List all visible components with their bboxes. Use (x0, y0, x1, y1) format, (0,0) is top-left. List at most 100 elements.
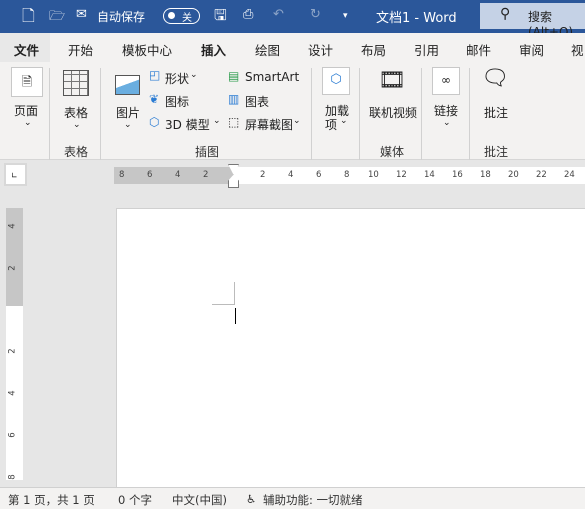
vertical-ruler[interactable]: 4 2 2 4 6 8 (6, 208, 23, 480)
icons-label: 图标 (165, 95, 190, 109)
smartart-icon: ▤ (228, 69, 240, 83)
3d-models-label: 3D 模型 (165, 118, 210, 132)
ruler-label: 8 (344, 170, 350, 180)
ruler-label: 4 (175, 170, 181, 180)
comment-label: 批注 (484, 106, 509, 120)
link-icon: ∞ (432, 67, 460, 95)
ruler-label: 24 (564, 170, 575, 180)
document-title: 文档1 - Word (376, 11, 457, 26)
ribbon: 🗎 页面 ⌄ 表格 ⌄ 表格 图片 ⌄ ◰ 形状 ⌄ ❦ 图标 ⬡ 3D 模型 ⌄ ▤ Sm… (0, 62, 585, 160)
status-bar: 第 1 页，共 1 页 0 个字 中文(中国) ♿ 辅助功能: 一切就绪 (0, 487, 585, 509)
tab-review[interactable]: 审阅 (519, 40, 544, 59)
autosave-toggle[interactable]: 关 (163, 8, 200, 24)
ribbon-tabs: 文件 开始 模板中心 插入 绘图 设计 布局 引用 邮件 审阅 视 (0, 33, 585, 68)
ruler-label: 6 (316, 170, 322, 180)
chevron-down-icon: ⌄ (190, 70, 198, 80)
group-label-table: 表格 (64, 145, 89, 159)
save-icon[interactable]: 🖫 (214, 5, 227, 30)
chevron-down-icon: ⌄ (73, 120, 81, 130)
accessibility-status[interactable]: 辅助功能: 一切就绪 (263, 492, 363, 508)
tab-selector[interactable]: ∟ (4, 163, 27, 186)
open-folder-icon[interactable]: 🗁 (49, 7, 65, 29)
chevron-down-icon: ⌄ (293, 116, 301, 126)
new-comment-icon: 🗨 (481, 66, 509, 91)
ruler-label: 18 (480, 170, 491, 180)
ruler-label: 2 (203, 170, 209, 180)
margin-corner-mark (212, 282, 235, 305)
ruler-label: 4 (7, 223, 18, 229)
table-label: 表格 (64, 106, 89, 120)
tab-home[interactable]: 开始 (68, 40, 93, 59)
ruler-label: 14 (424, 170, 435, 180)
redo-icon[interactable]: ↻ (310, 7, 321, 22)
customize-qat-icon[interactable]: ▾ (343, 11, 348, 21)
group-label-illustrations: 插图 (195, 145, 220, 159)
ruler-label: 8 (119, 170, 125, 180)
tab-insert[interactable]: 插入 (201, 40, 227, 65)
page-icon: 🗎 (11, 67, 43, 97)
ruler-label: 22 (536, 170, 547, 180)
ruler-label: 12 (396, 170, 407, 180)
word-count[interactable]: 0 个字 (118, 492, 152, 508)
language[interactable]: 中文(中国) (172, 492, 227, 508)
screenshot-label: 屏幕截图 (245, 118, 294, 132)
addins-label-2: 项 (325, 118, 338, 132)
tab-templates[interactable]: 模板中心 (122, 40, 172, 59)
divider (311, 68, 312, 160)
chevron-down-icon: ⌄ (24, 118, 32, 128)
ruler-label: 6 (7, 432, 18, 438)
shapes-label: 形状 (165, 72, 190, 86)
chevron-down-icon: ⌄ (124, 120, 132, 130)
chart-label: 图表 (245, 95, 270, 109)
chevron-down-icon: ⌄ (443, 118, 451, 128)
divider (469, 68, 470, 160)
tab-layout[interactable]: 布局 (361, 40, 386, 59)
divider (100, 68, 101, 160)
send-email-icon[interactable]: ✉ (76, 7, 87, 22)
tab-mailings[interactable]: 邮件 (466, 40, 491, 59)
accessibility-icon: ♿ (246, 492, 257, 506)
group-label-media: 媒体 (380, 145, 405, 159)
new-document-icon[interactable]: 🗋 (22, 5, 35, 32)
tab-draw[interactable]: 绘图 (255, 40, 280, 59)
tab-file[interactable]: 文件 (0, 33, 50, 68)
tab-references[interactable]: 引用 (414, 40, 439, 59)
ruler-label: 8 (7, 474, 18, 480)
link-label: 链接 (434, 104, 459, 118)
document-page[interactable] (116, 208, 585, 488)
ruler-label: 20 (508, 170, 519, 180)
online-video-label: 联机视频 (369, 106, 418, 120)
undo-icon[interactable]: ↶ (273, 7, 284, 22)
pages-label: 页面 (14, 104, 39, 118)
picture-icon (115, 75, 140, 95)
chevron-down-icon: ⌄ (340, 116, 348, 126)
icons-icon: ❦ (149, 92, 160, 106)
print-preview-icon[interactable]: ⎙ (243, 7, 253, 22)
ruler-label: 16 (452, 170, 463, 180)
ruler-label: 6 (147, 170, 153, 180)
tab-view[interactable]: 视 (571, 40, 584, 59)
toggle-knob (168, 12, 175, 19)
shapes-icon: ◰ (149, 68, 161, 82)
divider (359, 68, 360, 160)
title-bar: 🗋 🗁 ✉ 自动保存 关 🖫 ⎙ ↶ ↻ ▾ 文档1 - Word ⚲ 搜索(A… (0, 0, 585, 39)
chevron-down-icon: ⌄ (213, 116, 221, 126)
online-video-icon: 🎞 (378, 68, 406, 93)
ruler-label: 4 (288, 170, 294, 180)
text-cursor (235, 308, 236, 324)
ruler-label: 2 (7, 348, 18, 354)
ruler-label: 10 (368, 170, 379, 180)
table-icon (63, 70, 89, 96)
autosave-state: 关 (182, 13, 192, 24)
search-box[interactable]: ⚲ 搜索(Alt+Q) (480, 3, 585, 39)
addins-icon: ⬡ (322, 67, 350, 95)
smartart-label: SmartArt (245, 70, 300, 84)
tab-design[interactable]: 设计 (308, 40, 333, 59)
group-label-comments: 批注 (484, 145, 509, 159)
pictures-label: 图片 (116, 106, 141, 120)
page-count[interactable]: 第 1 页，共 1 页 (8, 492, 95, 508)
ruler-label: 2 (7, 265, 18, 271)
horizontal-ruler[interactable]: 8 6 4 2 2 4 6 8 10 12 14 16 18 20 22 24 (114, 164, 585, 188)
divider (421, 68, 422, 160)
ruler-margin (114, 167, 234, 184)
